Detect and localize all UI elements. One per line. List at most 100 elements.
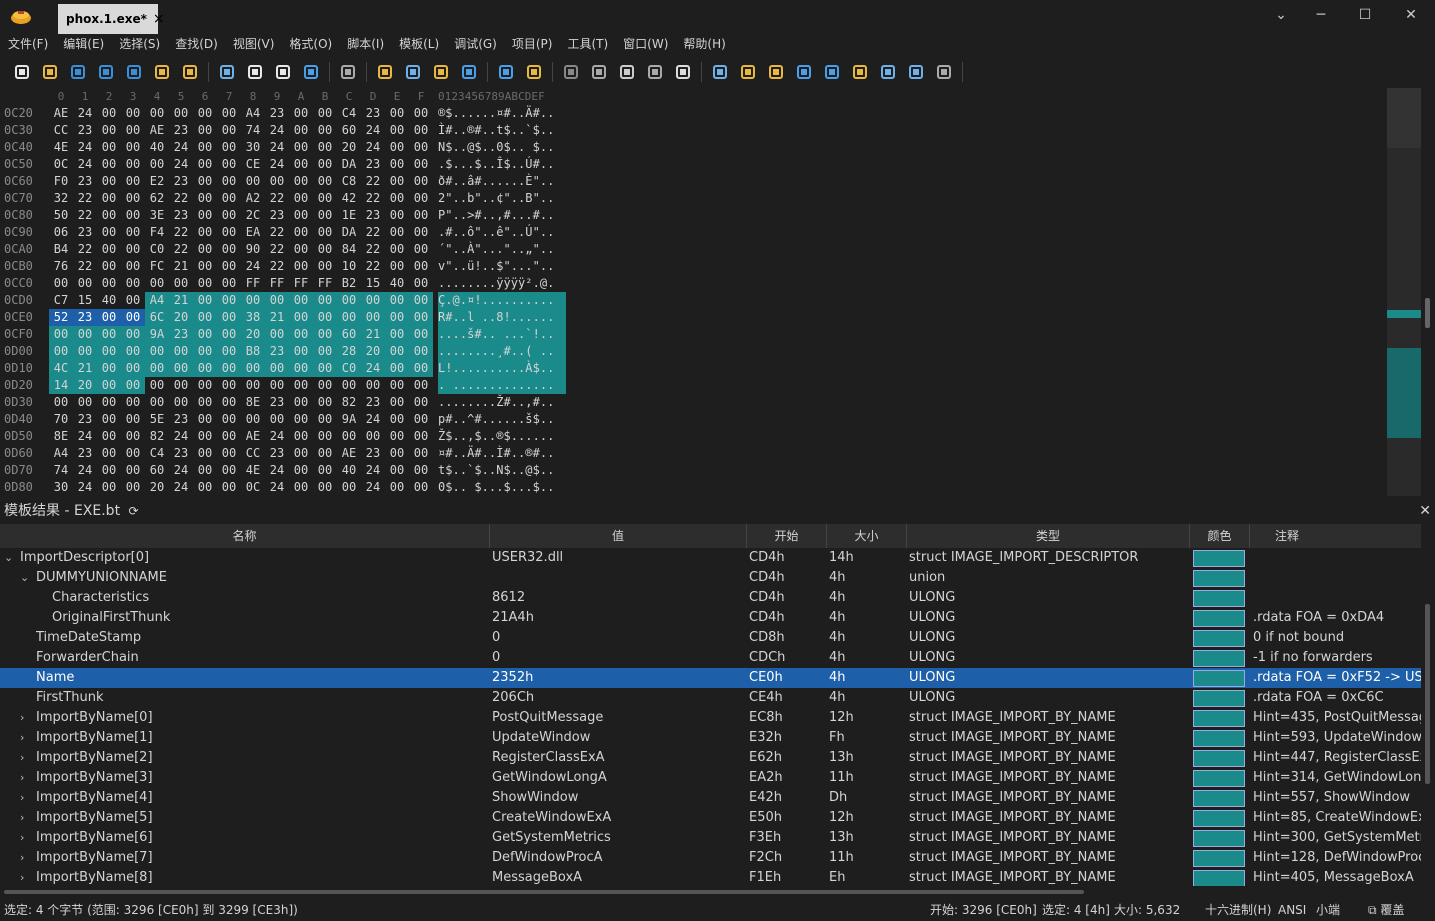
sync-icon[interactable] bbox=[906, 62, 926, 82]
bookmark-list-icon[interactable] bbox=[524, 62, 544, 82]
hex-byte[interactable]: 84 bbox=[337, 241, 361, 258]
hex-byte[interactable]: 24 bbox=[73, 105, 97, 122]
hex-byte[interactable]: 00 bbox=[409, 275, 433, 292]
tab-close-icon[interactable]: × bbox=[153, 11, 165, 27]
hex-byte[interactable]: 00 bbox=[145, 343, 169, 360]
hex-byte[interactable]: 00 bbox=[217, 241, 241, 258]
status-edit-mode[interactable]: 十六进制(H) bbox=[1205, 900, 1271, 921]
hex-byte[interactable]: 62 bbox=[145, 190, 169, 207]
hex-ascii[interactable]: ........Ž#..‚#.. bbox=[438, 394, 566, 411]
hex-byte[interactable]: 00 bbox=[97, 207, 121, 224]
hex-byte[interactable]: 00 bbox=[409, 207, 433, 224]
hex-byte[interactable]: 22 bbox=[361, 173, 385, 190]
hex-byte[interactable]: 24 bbox=[169, 462, 193, 479]
hex-byte[interactable]: B8 bbox=[241, 343, 265, 360]
hex-ascii[interactable]: ¤#..Ä#..Ì#..®#.. bbox=[438, 445, 566, 462]
pause-icon[interactable] bbox=[934, 62, 954, 82]
hex-byte[interactable]: 00 bbox=[385, 343, 409, 360]
color-swatch[interactable] bbox=[1193, 770, 1245, 787]
hex-byte[interactable]: 00 bbox=[121, 428, 145, 445]
menu-tools[interactable]: 工具(T) bbox=[559, 34, 615, 54]
hex-byte[interactable]: 0C bbox=[241, 479, 265, 496]
hex-byte[interactable]: 00 bbox=[385, 224, 409, 241]
paragraph-icon[interactable] bbox=[617, 62, 637, 82]
hex-byte[interactable]: 00 bbox=[409, 343, 433, 360]
hex-byte[interactable]: 24 bbox=[361, 411, 385, 428]
hex-byte[interactable]: 00 bbox=[217, 156, 241, 173]
hex-byte[interactable]: 00 bbox=[385, 360, 409, 377]
hex-byte[interactable]: 00 bbox=[289, 105, 313, 122]
color-swatch[interactable] bbox=[1193, 730, 1245, 747]
hex-byte[interactable]: 00 bbox=[217, 479, 241, 496]
hex-byte[interactable]: 00 bbox=[193, 156, 217, 173]
collapsed-chevron-icon[interactable]: › bbox=[20, 768, 24, 788]
hex-byte[interactable]: 23 bbox=[73, 122, 97, 139]
hex-byte[interactable]: 23 bbox=[73, 224, 97, 241]
hex-byte[interactable]: 00 bbox=[97, 445, 121, 462]
hex-byte[interactable]: 00 bbox=[97, 326, 121, 343]
table-row[interactable]: OriginalFirstThunk 21A4h CD4h 4h ULONG .rdata… bbox=[0, 608, 1421, 628]
hex-byte[interactable]: 00 bbox=[193, 462, 217, 479]
hex-byte[interactable]: 2C bbox=[241, 207, 265, 224]
find-icon[interactable] bbox=[375, 62, 395, 82]
collapsed-chevron-icon[interactable]: › bbox=[20, 728, 24, 748]
highlight-icon[interactable] bbox=[673, 62, 693, 82]
hex-byte[interactable]: 00 bbox=[385, 411, 409, 428]
hex-byte[interactable]: 23 bbox=[73, 173, 97, 190]
hex-byte[interactable]: 22 bbox=[361, 241, 385, 258]
hex-byte[interactable]: 06 bbox=[49, 224, 73, 241]
hex-byte[interactable]: AE bbox=[337, 445, 361, 462]
hex-mode-icon[interactable] bbox=[561, 62, 581, 82]
columns-icon[interactable] bbox=[645, 62, 665, 82]
hex-byte[interactable]: C8 bbox=[337, 173, 361, 190]
hex-byte[interactable]: 24 bbox=[361, 479, 385, 496]
table-row[interactable]: ForwarderChain 0 CDCh 4h ULONG -1 if no forwa… bbox=[0, 648, 1421, 668]
hex-byte[interactable]: 00 bbox=[217, 445, 241, 462]
hex-byte[interactable]: 00 bbox=[289, 326, 313, 343]
hex-byte[interactable]: 00 bbox=[409, 360, 433, 377]
hex-byte[interactable]: 00 bbox=[385, 377, 409, 394]
hex-byte[interactable]: 22 bbox=[361, 224, 385, 241]
hex-ascii[interactable]: ´"..À"..."..„".. bbox=[438, 241, 566, 258]
minimize-button[interactable]: ─ bbox=[1306, 4, 1336, 26]
hex-byte[interactable]: 00 bbox=[121, 377, 145, 394]
hex-byte[interactable]: B2 bbox=[337, 275, 361, 292]
hex-byte[interactable]: 00 bbox=[241, 377, 265, 394]
hex-byte[interactable]: 15 bbox=[73, 292, 97, 309]
hex-byte[interactable]: 00 bbox=[313, 462, 337, 479]
color-swatch[interactable] bbox=[1193, 590, 1245, 607]
hex-byte[interactable]: 00 bbox=[289, 139, 313, 156]
hex-byte[interactable]: 00 bbox=[409, 105, 433, 122]
hex-byte[interactable]: 00 bbox=[193, 411, 217, 428]
hex-byte[interactable]: F0 bbox=[49, 173, 73, 190]
hex-byte[interactable]: 00 bbox=[409, 122, 433, 139]
hex-byte[interactable]: 00 bbox=[97, 122, 121, 139]
hex-byte[interactable]: 00 bbox=[193, 173, 217, 190]
swap-icon[interactable] bbox=[766, 62, 786, 82]
table-row[interactable]: › ImportByName[1] UpdateWindow E32h Fh struct… bbox=[0, 728, 1421, 748]
hex-byte[interactable]: 00 bbox=[385, 428, 409, 445]
expanded-chevron-icon[interactable]: ⌄ bbox=[20, 568, 29, 588]
hex-byte[interactable]: 00 bbox=[121, 258, 145, 275]
hex-row[interactable]: 0CC0 00 00 00 00 00 00 00 00 FF FF FF FF B2 15 40 00....… bbox=[0, 275, 566, 292]
hex-byte[interactable]: 24 bbox=[73, 156, 97, 173]
maximize-button[interactable]: ☐ bbox=[1350, 4, 1380, 26]
menu-select[interactable]: 选择(S) bbox=[111, 34, 167, 54]
hex-byte[interactable]: 90 bbox=[241, 241, 265, 258]
menu-window[interactable]: 窗口(W) bbox=[615, 34, 675, 54]
hex-ascii[interactable]: ........ÿÿÿÿ².@. bbox=[438, 275, 566, 292]
hex-byte[interactable]: 00 bbox=[241, 360, 265, 377]
hex-ascii[interactable]: t$..`$..N$..@$.. bbox=[438, 462, 566, 479]
hex-byte[interactable]: 00 bbox=[241, 292, 265, 309]
hex-byte[interactable]: 00 bbox=[289, 479, 313, 496]
menu-format[interactable]: 格式(O) bbox=[281, 34, 339, 54]
table-row[interactable]: › ImportByName[8] MessageBoxA F1Eh Eh struct … bbox=[0, 868, 1421, 886]
hex-byte[interactable]: 24 bbox=[361, 122, 385, 139]
hex-byte[interactable]: 00 bbox=[217, 377, 241, 394]
hex-byte[interactable]: 74 bbox=[49, 462, 73, 479]
hex-byte[interactable]: 00 bbox=[193, 241, 217, 258]
open-icon[interactable] bbox=[180, 62, 200, 82]
hex-byte[interactable]: 24 bbox=[361, 139, 385, 156]
hex-byte[interactable]: A2 bbox=[241, 190, 265, 207]
hex-byte[interactable]: 00 bbox=[313, 394, 337, 411]
